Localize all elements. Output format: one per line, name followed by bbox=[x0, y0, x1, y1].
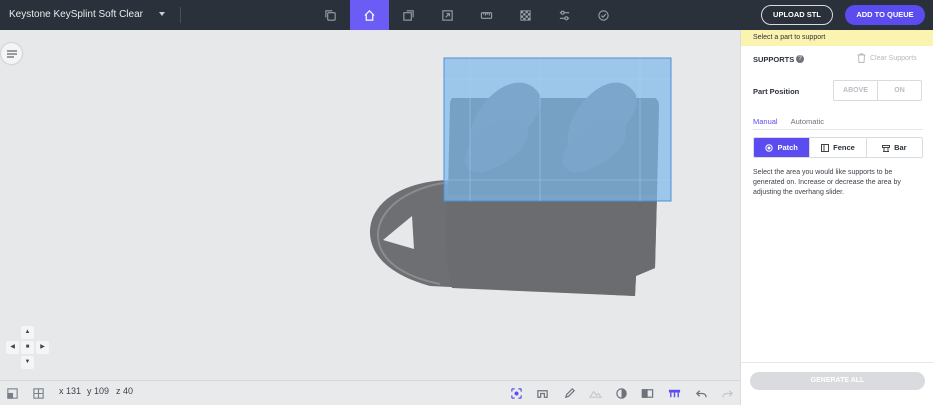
pencil-button[interactable] bbox=[561, 385, 577, 401]
reset-view-icon[interactable]: ■ bbox=[21, 341, 34, 354]
navigation-pad: ▲ ◀ ■ ▶ ▼ bbox=[6, 326, 50, 370]
top-bar: Keystone KeySplint Soft Clear UPLOAD STL… bbox=[0, 0, 933, 30]
bottom-toolbar: x 131 y 109 z 40 bbox=[0, 380, 740, 405]
supports-panel: Select a part to support SUPPORTS ? Clea… bbox=[740, 30, 933, 405]
pencil-icon bbox=[564, 387, 575, 398]
x-coordinate: x 131 bbox=[59, 386, 82, 396]
menu-button[interactable] bbox=[1, 43, 22, 64]
upload-stl-button[interactable]: UPLOAD STL bbox=[761, 5, 833, 25]
single-view-button[interactable] bbox=[4, 385, 20, 401]
clear-supports-button[interactable]: Clear Supports bbox=[857, 52, 917, 64]
divider bbox=[180, 7, 181, 23]
pan-left-icon[interactable]: ◀ bbox=[6, 341, 19, 354]
sliders-icon bbox=[559, 10, 570, 20]
copy-tool-button[interactable] bbox=[311, 0, 350, 30]
material-dropdown-caret-icon[interactable] bbox=[159, 12, 165, 16]
3d-viewport[interactable]: ▲ ◀ ■ ▶ ▼ bbox=[0, 30, 740, 380]
settings-tool-button[interactable] bbox=[545, 0, 584, 30]
mountain-icon bbox=[588, 390, 602, 398]
contrast-icon bbox=[615, 387, 627, 399]
list-icon bbox=[6, 50, 17, 57]
fence-icon bbox=[821, 143, 830, 152]
copy-icon bbox=[325, 9, 336, 21]
validate-tool-button[interactable] bbox=[584, 0, 623, 30]
pan-down-icon[interactable]: ▼ bbox=[21, 356, 34, 369]
checker-icon bbox=[520, 9, 531, 21]
support-type-selector: Patch Fence Bar bbox=[753, 137, 923, 158]
generate-all-button[interactable]: GENERATE ALL bbox=[750, 372, 925, 390]
fence-button[interactable]: Fence bbox=[809, 138, 865, 157]
trash-icon bbox=[857, 53, 866, 63]
splint-model[interactable] bbox=[0, 30, 740, 380]
duplicate-tool-button[interactable] bbox=[389, 0, 428, 30]
single-view-icon bbox=[6, 387, 18, 399]
help-icon[interactable]: ? bbox=[796, 55, 804, 63]
patch-label: Patch bbox=[777, 143, 798, 152]
contrast-button[interactable] bbox=[613, 385, 629, 401]
redo-icon bbox=[721, 389, 733, 397]
grid-view-button[interactable] bbox=[30, 385, 46, 401]
bar-icon bbox=[882, 144, 891, 152]
undo-button[interactable] bbox=[693, 385, 709, 401]
split-view-icon bbox=[641, 388, 653, 398]
supports-title: SUPPORTS bbox=[753, 55, 795, 64]
pattern-tool-button[interactable] bbox=[506, 0, 545, 30]
home-icon bbox=[364, 9, 375, 21]
support-description: Select the area you would like supports … bbox=[753, 169, 901, 196]
supports-icon bbox=[668, 389, 680, 397]
check-circle-icon bbox=[598, 9, 609, 21]
measure-tool-button[interactable] bbox=[467, 0, 506, 30]
tab-divider bbox=[753, 129, 923, 130]
undo-icon bbox=[695, 389, 707, 397]
position-on-option[interactable]: ON bbox=[877, 81, 921, 100]
clear-supports-label: Clear Supports bbox=[870, 54, 917, 62]
supports-view-button[interactable] bbox=[666, 385, 682, 401]
part-position-toggle: ABOVE ON bbox=[833, 80, 922, 101]
split-view-button[interactable] bbox=[639, 385, 655, 401]
select-area-button[interactable] bbox=[508, 385, 524, 401]
grid-view-icon bbox=[32, 387, 44, 399]
duplicate-icon bbox=[403, 9, 414, 21]
select-area-icon bbox=[510, 387, 522, 399]
y-coordinate: y 109 bbox=[87, 386, 110, 396]
pan-right-icon[interactable]: ▶ bbox=[36, 341, 49, 354]
patch-icon bbox=[765, 143, 774, 152]
position-above-option[interactable]: ABOVE bbox=[834, 81, 877, 100]
home-tool-button[interactable] bbox=[350, 0, 389, 30]
selection-hint: Select a part to support bbox=[741, 30, 933, 46]
panel-footer-divider bbox=[741, 362, 933, 363]
scale-tool-button[interactable] bbox=[428, 0, 467, 30]
redo-button[interactable] bbox=[719, 385, 735, 401]
material-name[interactable]: Keystone KeySplint Soft Clear bbox=[9, 0, 143, 30]
pan-up-icon[interactable]: ▲ bbox=[21, 326, 34, 339]
mountain-button[interactable] bbox=[587, 385, 603, 401]
bridge-icon bbox=[536, 389, 548, 398]
scale-icon bbox=[442, 9, 453, 21]
fence-view-button[interactable] bbox=[534, 385, 550, 401]
add-to-queue-button[interactable]: ADD TO QUEUE bbox=[845, 5, 925, 25]
part-position-label: Part Position bbox=[753, 87, 800, 96]
bar-label: Bar bbox=[894, 143, 907, 152]
fence-label: Fence bbox=[833, 143, 855, 152]
z-coordinate: z 40 bbox=[116, 386, 134, 396]
ruler-icon bbox=[480, 11, 493, 19]
bar-button[interactable]: Bar bbox=[865, 138, 922, 157]
patch-button[interactable]: Patch bbox=[754, 138, 810, 157]
